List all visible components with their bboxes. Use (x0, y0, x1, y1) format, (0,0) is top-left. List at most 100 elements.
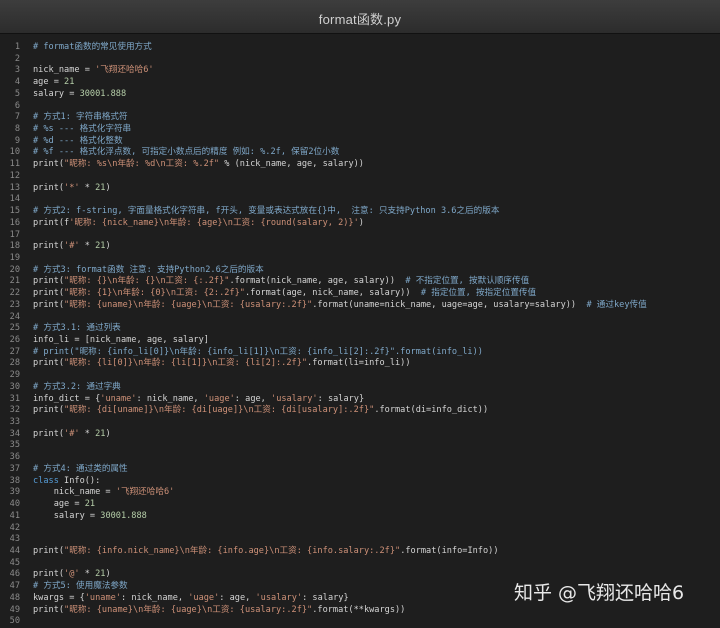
code-line[interactable]: 16 print(f'昵称: {nick_name}\n年龄: {age}\n工资… (0, 218, 720, 230)
line-number: 11 (9, 159, 20, 170)
code-token: .format(li=info_li)) (307, 358, 411, 369)
code-line[interactable]: 21 print("昵称: {}\n年龄: {}\n工资: {:.2f}".for… (0, 276, 720, 288)
code-line[interactable]: 37 # 方式4: 通过类的属性 (0, 464, 720, 476)
code-line[interactable]: 32 print("昵称: {di[uname]}\n年龄: {di[uage]}… (0, 405, 720, 417)
code-line[interactable]: 4 age = 21 (0, 77, 720, 89)
code-line[interactable]: 33 (0, 417, 720, 429)
code-token: : nick_name, (136, 393, 204, 404)
code-line[interactable]: 26 info_li = [nick_name, age, salary] (0, 335, 720, 347)
code-line[interactable]: 15 # 方式2: f-string, 字面量格式化字符串, f开头, 变量或表达… (0, 206, 720, 218)
line-number: 35 (9, 440, 20, 451)
code-line[interactable]: 45 (0, 558, 720, 570)
code-editor[interactable]: 1 # format函数的常见使用方式 2 3 nick_name = '飞翔还哈哈6'… (0, 38, 720, 626)
code-line[interactable]: 19 (0, 253, 720, 265)
line-number: 41 (9, 510, 20, 521)
line-code: # 方式3.2: 通过字典 (33, 382, 121, 394)
code-line[interactable]: 7 # 方式1: 字符串格式符 (0, 112, 720, 124)
code-line[interactable]: 17 (0, 230, 720, 242)
line-number: 40 (9, 499, 20, 510)
line-code: # 方式1: 字符串格式符 (33, 112, 128, 124)
line-code: # 方式4: 通过类的属性 (33, 464, 128, 476)
code-line[interactable]: 22 print("昵称: {1}\n年龄: {0}\n工资: {2:.2f}".… (0, 288, 720, 300)
code-token: class (33, 475, 59, 486)
code-token: '#' (64, 428, 80, 439)
code-token: 21 (95, 569, 106, 580)
code-token: '飞翔还哈哈6' (115, 487, 175, 498)
line-code: print("昵称: %s\n年龄: %d\n工资: %.2f" % (nick… (33, 159, 364, 171)
code-line[interactable]: 44 print("昵称: {info.nick_name}\n年龄: {info… (0, 546, 720, 558)
line-code: class Info(): (33, 476, 100, 488)
code-line[interactable]: 5 salary = 30001.888 (0, 89, 720, 101)
line-number: 23 (9, 299, 20, 310)
code-token: : age, (219, 592, 256, 603)
code-line[interactable]: 8 # %s --- 格式化字符串 (0, 124, 720, 136)
code-line[interactable]: 30 # 方式3.2: 通过字典 (0, 382, 720, 394)
code-token: 21 (64, 77, 75, 88)
code-token: # 方式4: 通过类的属性 (33, 463, 128, 474)
code-line[interactable]: 49 print("昵称: {uname}\n年龄: {uage}\n工资: {u… (0, 605, 720, 617)
line-code: print("昵称: {uname}\n年龄: {uage}\n工资: {usa… (33, 300, 647, 312)
code-line[interactable]: 2 (0, 54, 720, 66)
code-token: # 方式3.2: 通过字典 (33, 381, 121, 392)
line-number: 5 (14, 88, 20, 99)
code-token: # 通过key传值 (586, 299, 647, 310)
code-line[interactable]: 10 # %f --- 格式化浮点数, 可指定小数点后的精度 例如: %.2f, … (0, 147, 720, 159)
code-line[interactable]: 24 (0, 312, 720, 324)
code-token: info_dict = { (33, 393, 101, 404)
line-number: 14 (9, 194, 20, 205)
code-token: print( (33, 241, 65, 252)
code-line[interactable]: 12 (0, 171, 720, 183)
code-token: print( (33, 358, 65, 369)
line-number: 4 (14, 77, 20, 88)
code-line[interactable]: 50 (0, 616, 720, 628)
code-token: salary = (33, 88, 80, 99)
code-token: * (79, 569, 96, 580)
code-line[interactable]: 23 print("昵称: {uname}\n年龄: {uage}\n工资: {u… (0, 300, 720, 312)
code-line[interactable]: 28 print("昵称: {li[0]}\n年龄: {li[1]}\n工资: {… (0, 358, 720, 370)
code-line[interactable]: 38 class Info(): (0, 476, 720, 488)
code-line[interactable]: 6 (0, 101, 720, 113)
line-code: # 方式3: format函数 注意: 支持Python2.6之后的版本 (33, 265, 264, 277)
code-line[interactable]: 1 # format函数的常见使用方式 (0, 42, 720, 54)
code-line[interactable]: 13 print('*' * 21) (0, 183, 720, 195)
code-token: '@' (64, 569, 80, 580)
code-line[interactable]: 35 (0, 440, 720, 452)
code-line[interactable]: 34 print('#' * 21) (0, 429, 720, 441)
code-token: "昵称: {info.nick_name}\n年龄: {info.age}\n工… (64, 545, 401, 556)
code-token: age = (33, 77, 65, 88)
code-line[interactable]: 20 # 方式3: format函数 注意: 支持Python2.6之后的版本 (0, 265, 720, 277)
code-line[interactable]: 14 (0, 194, 720, 206)
line-code: # 方式3.1: 通过列表 (33, 323, 121, 335)
code-line[interactable]: 39 nick_name = '飞翔还哈哈6' (0, 487, 720, 499)
code-token: # 不指定位置, 按默认顺序传值 (405, 276, 530, 287)
line-number: 18 (9, 241, 20, 252)
line-code: age = 21 (33, 77, 74, 89)
line-code: # %d --- 格式化整数 (33, 136, 123, 148)
code-line[interactable]: 43 (0, 534, 720, 546)
line-code: print("昵称: {di[uname]}\n年龄: {di[uage]}\n… (33, 405, 488, 417)
line-code: info_dict = {'uname': nick_name, 'uage':… (33, 394, 364, 406)
code-line[interactable]: 11 print("昵称: %s\n年龄: %d\n工资: %.2f" % (ni… (0, 159, 720, 171)
code-token: ) (105, 241, 111, 252)
line-code: # %f --- 格式化浮点数, 可指定小数点后的精度 例如: %.2f, 保留… (33, 147, 339, 159)
code-line[interactable]: 27 # print("昵称: {info_li[0]}\n年龄: {info_l… (0, 347, 720, 359)
code-token: '#' (64, 241, 80, 252)
code-line[interactable]: 41 salary = 30001.888 (0, 511, 720, 523)
line-number: 13 (9, 182, 20, 193)
code-line[interactable]: 9 # %d --- 格式化整数 (0, 136, 720, 148)
line-number: 3 (14, 65, 20, 76)
code-line[interactable]: 36 (0, 452, 720, 464)
code-line[interactable]: 25 # 方式3.1: 通过列表 (0, 323, 720, 335)
code-line[interactable]: 29 (0, 370, 720, 382)
line-number: 25 (9, 323, 20, 334)
code-token: % (nick_name, age, salary)) (219, 159, 364, 170)
code-line[interactable]: 42 (0, 523, 720, 535)
line-code: print("昵称: {li[0]}\n年龄: {li[1]}\n工资: {li… (33, 358, 411, 370)
code-line[interactable]: 40 age = 21 (0, 499, 720, 511)
code-line[interactable]: 3 nick_name = '飞翔还哈哈6' (0, 65, 720, 77)
code-line[interactable]: 31 info_dict = {'uname': nick_name, 'uage… (0, 394, 720, 406)
line-number: 1 (14, 42, 20, 52)
code-token: 30001.888 (100, 510, 147, 521)
code-line[interactable]: 18 print('#' * 21) (0, 241, 720, 253)
line-code: nick_name = '飞翔还哈哈6' (33, 65, 154, 77)
